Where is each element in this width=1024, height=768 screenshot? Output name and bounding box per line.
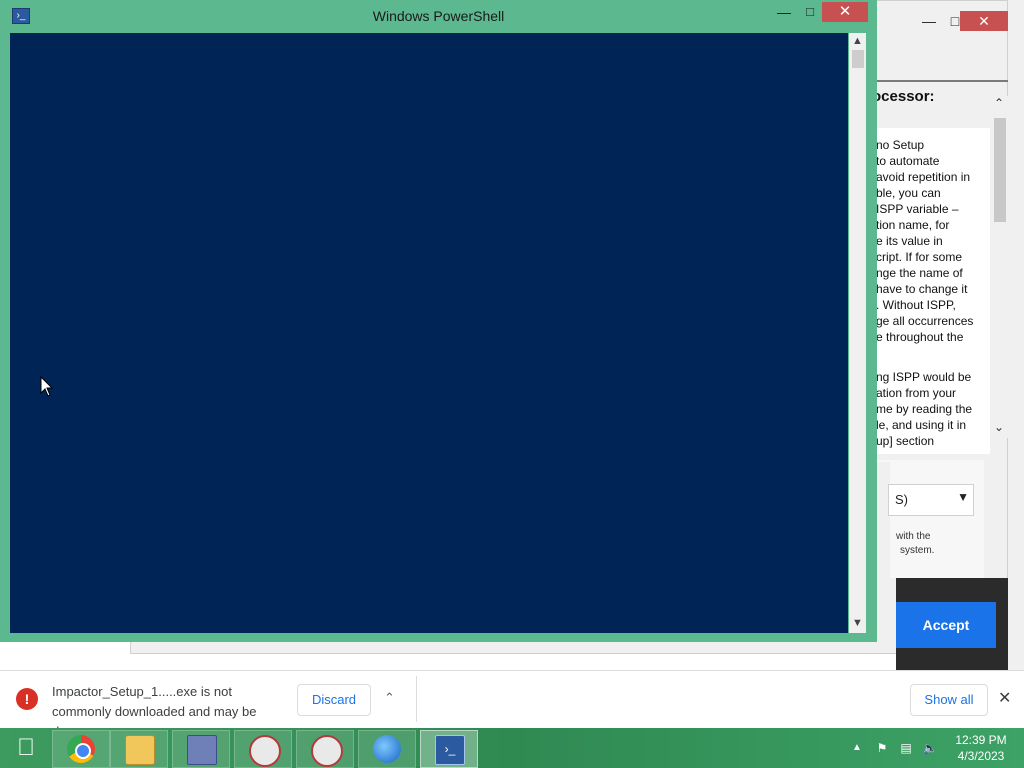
file-explorer-icon <box>125 735 155 765</box>
divider <box>876 80 1008 82</box>
discard-button[interactable]: Discard <box>297 684 371 716</box>
dropdown-caret-icon: ▼ <box>957 490 969 504</box>
description-line: cript. If for some <box>876 250 963 264</box>
chevron-up-icon[interactable]: ⌃ <box>384 690 395 706</box>
clock-date: 4/3/2023 <box>957 749 1005 763</box>
options-area <box>876 460 984 578</box>
show-all-button[interactable]: Show all <box>910 684 988 716</box>
page-scrollbar[interactable] <box>1008 0 1024 670</box>
description-line: ge all occurrences <box>876 314 974 328</box>
browser-globe-icon <box>373 735 401 763</box>
powershell-window: ›_ Windows PowerShell — □ ✕ ▲ ▼ <box>0 0 877 642</box>
console-area[interactable] <box>10 33 848 633</box>
accept-button[interactable]: Accept <box>896 602 996 648</box>
console-scrollbar[interactable] <box>849 33 866 633</box>
close-icon[interactable]: ✕ <box>998 688 1011 708</box>
background-close-button[interactable]: ✕ <box>960 11 1008 31</box>
chrome-icon <box>67 735 95 763</box>
description-line: ble, you can <box>876 186 941 200</box>
powershell-icon: ›_ <box>435 735 465 765</box>
show-hidden-icons-icon[interactable]: ▲ <box>852 742 862 753</box>
network-icon[interactable]: ▤ <box>898 740 914 756</box>
scroll-down-icon[interactable]: ▼ <box>852 617 863 629</box>
description-line: nge the name of <box>876 266 963 280</box>
chevron-down-icon[interactable]: ⌄ <box>994 420 1004 434</box>
console-scrollbar-thumb[interactable] <box>852 50 864 68</box>
app-red-icon-1 <box>249 735 281 767</box>
clock-time: 12:39 PM <box>955 733 1007 747</box>
description-line: no Setup <box>876 138 925 152</box>
mouse-cursor-icon <box>40 376 54 397</box>
description-line: ng ISPP would be <box>876 370 972 384</box>
description-line: ISPP variable – <box>876 202 959 216</box>
description-line: up] section <box>876 434 935 448</box>
apple-icon[interactable]:  <box>10 732 42 764</box>
description-line: . Without ISPP, <box>876 298 956 312</box>
taskbar-item-file-explorer[interactable] <box>110 730 168 768</box>
app-red-icon-2 <box>311 735 343 767</box>
description-line: e throughout the <box>876 330 964 344</box>
description-line: ation from your <box>876 386 957 400</box>
option-note-line: with the <box>896 531 931 542</box>
taskbar-item-chrome[interactable] <box>52 730 110 768</box>
flag-icon[interactable]: ⚑ <box>874 740 890 756</box>
volume-muted-icon[interactable]: 🔈 <box>922 740 938 756</box>
taskbar-item-archive[interactable] <box>172 730 230 768</box>
minimize-button[interactable]: — <box>772 4 796 22</box>
description-line: tion name, for <box>876 218 950 232</box>
options-scrollbar[interactable] <box>876 462 890 590</box>
taskbar-item-browser[interactable] <box>358 730 416 768</box>
close-button[interactable]: ✕ <box>822 2 868 22</box>
window-title: Windows PowerShell <box>372 8 505 24</box>
archive-icon <box>187 735 217 765</box>
option-select-value: S) <box>895 492 908 507</box>
taskbar-item-powershell[interactable]: ›_ <box>420 730 478 768</box>
description-line: e its value in <box>876 234 943 248</box>
maximize-button[interactable]: □ <box>798 4 822 22</box>
description-scrollbar-thumb[interactable] <box>994 118 1006 222</box>
clock[interactable]: 12:39 PM 4/3/2023 <box>950 732 1012 764</box>
description-line: le, and using it in <box>876 418 967 432</box>
scroll-up-icon[interactable]: ▲ <box>852 35 863 47</box>
taskbar-item-app-2[interactable] <box>296 730 354 768</box>
description-panel: no Setup to automate avoid repetition in… <box>876 128 990 454</box>
description-line: avoid repetition in <box>876 170 971 184</box>
description-line: to automate <box>876 154 940 168</box>
description-line: me by reading the <box>876 402 973 416</box>
description-line: have to change it <box>876 282 968 296</box>
divider <box>416 676 417 722</box>
chevron-up-icon[interactable]: ⌃ <box>994 96 1004 110</box>
warning-icon: ! <box>16 688 38 710</box>
option-note: with the system. <box>896 530 934 558</box>
option-note-line: system. <box>900 545 935 556</box>
option-select[interactable]: S) ▼ <box>888 484 974 516</box>
section-heading: ocessor: <box>872 88 935 105</box>
taskbar-item-app-1[interactable] <box>234 730 292 768</box>
